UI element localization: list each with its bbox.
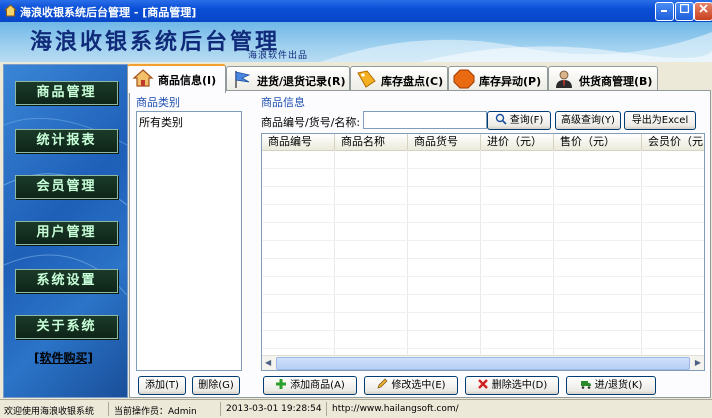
add-product-label: 添加商品(A) xyxy=(290,380,345,391)
nav-user-management[interactable]: 用户管理 xyxy=(15,221,118,245)
status-bar: 欢迎使用海浪收银系统 当前操作员：Admin 2013-03-01 19:28:… xyxy=(0,399,712,418)
advanced-query-button[interactable]: 高级查询(Y) xyxy=(555,111,621,130)
grid-line xyxy=(262,186,704,187)
app-banner: 海浪收银系统后台管理 海浪软件出品 xyxy=(0,22,712,62)
plus-icon xyxy=(276,379,287,389)
product-info-panel: 商品类别 所有类别 添加(T) 删除(G) 商品信息 商品编号/货号/名称: 查… xyxy=(129,90,711,398)
table-header: 商品编号 商品名称 商品货号 进价（元） 售价（元） 会员价（元 xyxy=(262,134,704,151)
grid-line xyxy=(262,168,704,169)
grid-line xyxy=(553,150,554,356)
column-header[interactable]: 会员价（元 xyxy=(642,134,704,150)
query-button[interactable]: 查询(F) xyxy=(487,111,551,130)
grid-line xyxy=(480,150,481,356)
delete-selected-button[interactable]: 删除选中(D) xyxy=(465,376,559,395)
grid-line xyxy=(262,330,704,331)
status-separator xyxy=(108,402,109,416)
edit-selected-label: 修改选中(E) xyxy=(391,380,446,391)
status-operator: 当前操作员：Admin xyxy=(114,407,197,417)
delete-selected-label: 删除选中(D) xyxy=(491,380,548,391)
status-datetime: 2013-03-01 19:28:54 xyxy=(226,404,322,414)
left-nav: 商品管理 统计报表 会员管理 用户管理 系统设置 关于系统 [软件购买] xyxy=(3,64,128,398)
column-header[interactable]: 售价（元） xyxy=(554,134,642,150)
column-header[interactable]: 商品货号 xyxy=(408,134,481,150)
pencil-icon xyxy=(377,378,388,389)
close-icon xyxy=(699,4,708,13)
edit-selected-button[interactable]: 修改选中(E) xyxy=(364,376,458,395)
tab-purchase-return-records[interactable]: 进货/退货记录(R) xyxy=(226,66,350,91)
column-header[interactable]: 进价（元） xyxy=(481,134,554,150)
status-welcome: 欢迎使用海浪收银系统 xyxy=(4,407,95,417)
search-label: 商品编号/货号/名称: xyxy=(261,116,361,129)
product-table[interactable]: 商品编号 商品名称 商品货号 进价（元） 售价（元） 会员价（元 ◀ ▶ xyxy=(261,133,705,371)
tab-supplier-management[interactable]: 供货商管理(B) xyxy=(548,66,658,91)
scrollbar-thumb[interactable] xyxy=(276,357,690,370)
grid-line xyxy=(262,240,704,241)
maximize-button[interactable] xyxy=(675,2,694,21)
scroll-right-icon[interactable]: ▶ xyxy=(695,358,701,367)
product-group-title: 商品信息 xyxy=(261,96,305,109)
nav-product-management[interactable]: 商品管理 xyxy=(15,81,118,105)
grid-line xyxy=(262,312,704,313)
status-url[interactable]: http://www.hailangsoft.com/ xyxy=(332,404,459,414)
status-separator xyxy=(326,402,327,416)
column-header[interactable]: 商品编号 xyxy=(262,134,335,150)
column-header[interactable]: 商品名称 xyxy=(335,134,408,150)
delete-x-icon xyxy=(477,379,488,389)
minimize-button[interactable] xyxy=(655,2,674,21)
tab-inventory-changes[interactable]: 库存异动(P) xyxy=(448,66,548,91)
grid-line xyxy=(262,348,704,349)
delete-category-button[interactable]: 删除(G) xyxy=(192,376,240,395)
buy-software-link[interactable]: [软件购买] xyxy=(34,349,93,366)
category-item-all[interactable]: 所有类别 xyxy=(139,114,183,130)
tab-label: 商品信息(I) xyxy=(158,74,217,87)
stock-in-return-label: 进/退货(K) xyxy=(594,380,643,391)
tag-icon xyxy=(357,70,376,88)
grid-line xyxy=(407,150,408,356)
minimize-icon xyxy=(661,10,667,12)
tab-bar: 商品信息(I) 进货/退货记录(R) 库存盘点(C) 库存异动(P) 供货商管理… xyxy=(127,64,712,93)
query-label: 查询(F) xyxy=(509,115,544,126)
add-category-button[interactable]: 添加(T) xyxy=(138,376,186,395)
main-window: 海浪收银系统后台管理 - [商品管理] 海浪收银系统后台管理 海浪软件出品 商品… xyxy=(0,0,712,418)
category-tree[interactable]: 所有类别 xyxy=(136,111,242,371)
add-product-button[interactable]: 添加商品(A) xyxy=(263,376,357,395)
horizontal-scrollbar[interactable]: ◀ ▶ xyxy=(262,355,704,370)
grid-line xyxy=(262,258,704,259)
house-icon xyxy=(132,69,154,87)
tab-label: 库存盘点(C) xyxy=(381,75,444,88)
maximize-icon xyxy=(679,3,690,14)
tab-label: 进货/退货记录(R) xyxy=(257,75,346,88)
search-icon xyxy=(495,113,507,125)
tab-product-info[interactable]: 商品信息(I) xyxy=(127,64,226,93)
nav-statistics-reports[interactable]: 统计报表 xyxy=(15,129,118,153)
nav-member-management[interactable]: 会员管理 xyxy=(15,175,118,199)
stop-icon xyxy=(453,69,475,89)
tab-inventory-count[interactable]: 库存盘点(C) xyxy=(350,66,448,91)
nav-about-system[interactable]: 关于系统 xyxy=(15,315,118,339)
grid-line xyxy=(262,222,704,223)
grid-line xyxy=(641,150,642,356)
tab-label: 库存异动(P) xyxy=(479,75,542,88)
category-group-title: 商品类别 xyxy=(136,96,180,109)
app-icon xyxy=(4,4,17,17)
flag-icon xyxy=(235,71,251,88)
grid-line xyxy=(334,150,335,356)
scroll-left-icon[interactable]: ◀ xyxy=(265,358,271,367)
truck-icon xyxy=(580,381,591,389)
banner-subtitle: 海浪软件出品 xyxy=(248,51,309,61)
banner-title: 海浪收银系统后台管理 xyxy=(30,29,281,55)
tab-label: 供货商管理(B) xyxy=(579,75,653,88)
grid-line xyxy=(262,276,704,277)
title-bar: 海浪收银系统后台管理 - [商品管理] xyxy=(0,0,712,22)
window-title: 海浪收银系统后台管理 - [商品管理] xyxy=(20,6,197,19)
close-button[interactable] xyxy=(694,2,712,21)
grid-line xyxy=(262,294,704,295)
search-input[interactable] xyxy=(363,111,487,129)
nav-system-settings[interactable]: 系统设置 xyxy=(15,269,118,293)
person-icon xyxy=(556,70,572,88)
status-separator xyxy=(220,402,221,416)
grid-line xyxy=(262,204,704,205)
export-excel-button[interactable]: 导出为Excel xyxy=(624,111,696,130)
stock-in-return-button[interactable]: 进/退货(K) xyxy=(566,376,656,395)
